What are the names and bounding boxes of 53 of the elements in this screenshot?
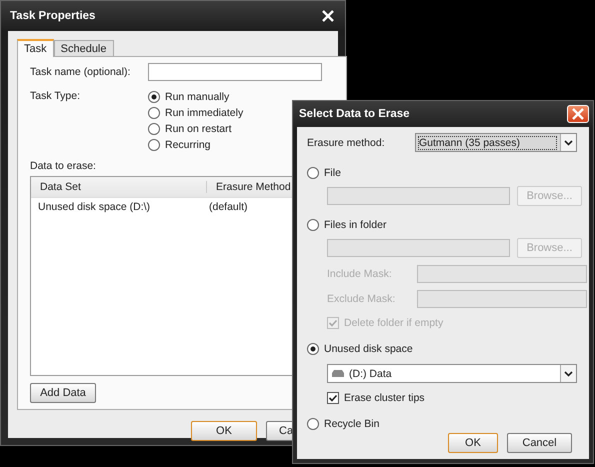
option-label: Unused disk space [324, 343, 413, 355]
option-label: Run on restart [165, 123, 232, 135]
mask-label: Include Mask: [327, 268, 393, 280]
radio-option[interactable]: Files in folder [307, 218, 386, 232]
checkbox-option[interactable]: Erase cluster tips [327, 391, 425, 405]
close-icon [322, 10, 334, 22]
option-label: File [324, 167, 341, 179]
tab[interactable]: Schedule [54, 40, 114, 56]
radio-button[interactable] [307, 343, 319, 355]
option-label: Recycle Bin [324, 418, 380, 430]
radio-button[interactable] [148, 123, 160, 135]
option-label: Delete folder if empty [344, 317, 444, 329]
dialog-button[interactable]: OK [448, 433, 498, 453]
option-label: Run manually [165, 91, 230, 103]
radio-option[interactable]: Run on restart [148, 122, 244, 136]
radio-button[interactable] [307, 418, 319, 430]
radio-option[interactable]: Recurring [148, 138, 244, 152]
chevron-icon [564, 370, 573, 376]
section-label: Data to erase: [30, 160, 97, 172]
task-name-field[interactable] [148, 63, 322, 81]
radio-option[interactable]: Run immediately [148, 106, 244, 120]
radio-option[interactable]: Recycle Bin [307, 417, 380, 431]
radio-option[interactable]: Run manually [148, 90, 244, 104]
field-label: Erasure method: [307, 136, 386, 148]
tab[interactable]: Task [17, 39, 54, 57]
close-icon [572, 108, 584, 120]
option-label: Erase cluster tips [344, 392, 425, 404]
chevron-icon [564, 140, 573, 146]
field-label: Task Type: [30, 90, 81, 102]
radio-button[interactable] [148, 139, 160, 151]
dialog-title: Select Data to Erase [299, 108, 410, 120]
field-label: Task name (optional): [30, 66, 132, 78]
radio-button[interactable] [307, 219, 319, 231]
dialog-button[interactable]: OK [191, 421, 257, 441]
list-cell-text: (default) [209, 200, 249, 212]
radio-button[interactable] [148, 107, 160, 119]
add-data-button[interactable]: Add Data [30, 383, 96, 403]
radio-button[interactable] [148, 91, 160, 103]
drive-select[interactable]: (D:) Data [327, 364, 577, 383]
window-title: Task Properties [10, 10, 96, 22]
option-label: Files in folder [324, 219, 386, 231]
column-header[interactable]: Data Set [31, 181, 207, 193]
option-label: Run immediately [165, 107, 244, 119]
radio-option[interactable]: Unused disk space [307, 342, 413, 356]
option-label: Recurring [165, 139, 211, 151]
mask-label: Exclude Mask: [327, 293, 396, 305]
method-select[interactable]: Gutmann (35 passes) [415, 133, 577, 152]
list-cell-text: Unused disk space (D:\) [37, 200, 152, 212]
radio-button[interactable] [307, 167, 319, 179]
checkbox[interactable] [327, 392, 339, 404]
drive-icon [331, 370, 345, 377]
dialog-button[interactable]: Cancel [507, 433, 572, 453]
radio-option[interactable]: File [307, 166, 341, 180]
